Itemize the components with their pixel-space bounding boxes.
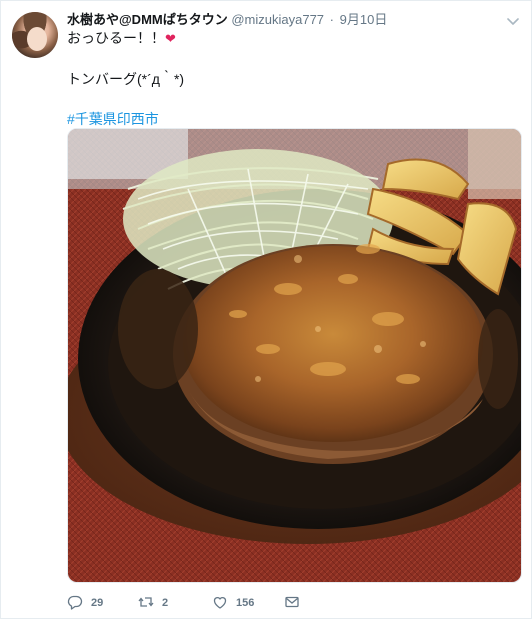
retweet-icon xyxy=(138,594,154,613)
tweet-photo[interactable] xyxy=(67,128,522,583)
reply-count: 29 xyxy=(91,597,104,609)
retweet-button[interactable]: 2 xyxy=(138,593,168,613)
retweet-count: 2 xyxy=(162,597,169,609)
like-count: 156 xyxy=(236,597,255,609)
tweet-text-line-1: おっひるー！！❤ xyxy=(67,28,517,49)
user-handle[interactable]: @mizukiaya777 xyxy=(231,12,324,27)
reply-icon xyxy=(67,594,83,613)
tweet-text: おっひるー！！❤ トンバーグ(*´д｀*) #千葉県印西市 xyxy=(67,28,517,129)
tweet-text-greeting: おっひるー！！ xyxy=(67,30,165,46)
chevron-down-icon[interactable] xyxy=(507,13,519,25)
hamburg-steak-photo xyxy=(68,129,521,582)
tweet-text-blank-2 xyxy=(67,89,517,109)
tweet-date[interactable]: 9月10日 xyxy=(340,12,388,27)
reply-button[interactable]: 29 xyxy=(67,593,103,613)
tweet-text-line-2: トンバーグ(*´д｀*) xyxy=(67,71,185,87)
hashtag-link[interactable]: #千葉県印西市 xyxy=(67,109,517,129)
header-separator: · xyxy=(329,12,335,27)
dm-icon xyxy=(284,594,300,613)
tweet-header: 水樹あや@DMMぱちタウン @mizukiaya777 · 9月10日 xyxy=(67,12,519,28)
user-avatar[interactable] xyxy=(12,12,58,58)
display-name[interactable]: 水樹あや@DMMぱちタウン xyxy=(67,12,228,27)
like-button[interactable]: 156 xyxy=(212,593,254,613)
red-heart-emoji: ❤ xyxy=(165,31,176,46)
direct-message-button[interactable] xyxy=(284,593,300,613)
avatar-face xyxy=(27,27,47,51)
tweet-card[interactable]: 水樹あや@DMMぱちタウン @mizukiaya777 · 9月10日 おっひる… xyxy=(0,0,532,619)
like-icon xyxy=(212,594,228,613)
tweet-text-blank xyxy=(67,49,517,69)
